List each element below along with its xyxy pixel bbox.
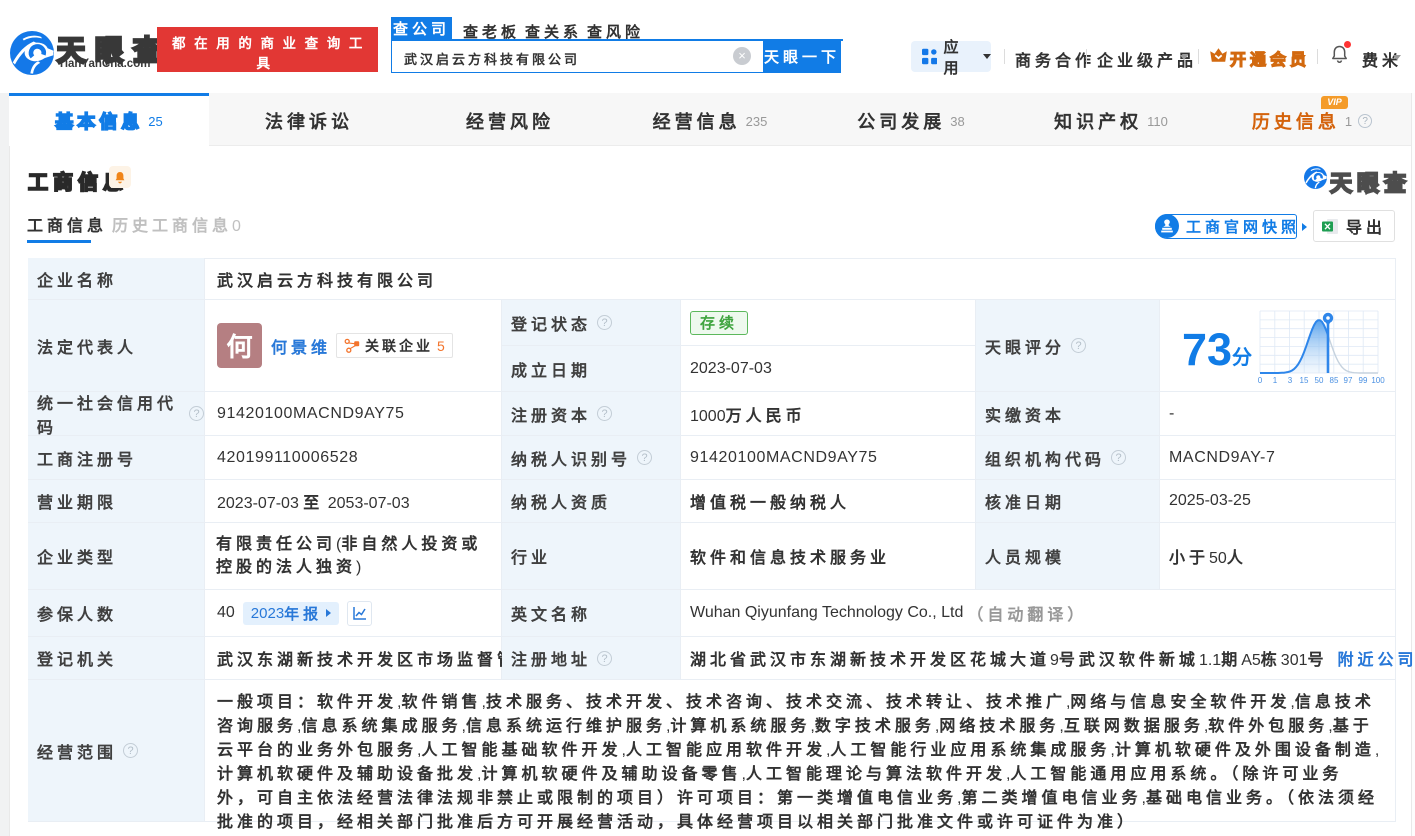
svg-text:0: 0 xyxy=(1258,376,1263,385)
svg-text:99: 99 xyxy=(1359,376,1368,385)
svg-text:85: 85 xyxy=(1330,376,1339,385)
svg-text:97: 97 xyxy=(1344,376,1353,385)
svg-text:15: 15 xyxy=(1300,376,1309,385)
svg-text:100: 100 xyxy=(1371,376,1385,385)
svg-text:50: 50 xyxy=(1315,376,1324,385)
svg-text:1: 1 xyxy=(1273,376,1278,385)
svg-text:3: 3 xyxy=(1288,376,1293,385)
